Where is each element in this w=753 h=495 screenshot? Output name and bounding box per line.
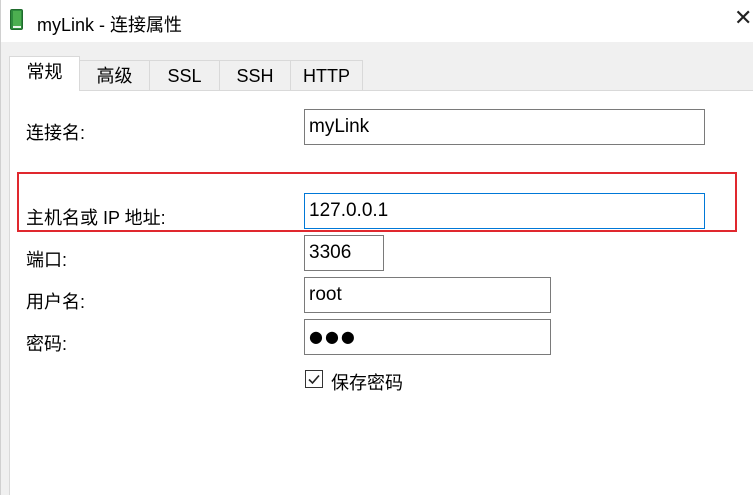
connection-name-input[interactable]: myLink: [304, 109, 705, 145]
username-input[interactable]: root: [304, 277, 551, 313]
port-label: 端口:: [26, 250, 68, 270]
password-input[interactable]: ●●●: [304, 319, 551, 355]
title-bar: myLink - 连接属性 ✕: [1, 0, 753, 42]
database-book-icon: [10, 9, 23, 30]
password-label: 密码:: [26, 334, 68, 354]
save-password-label[interactable]: 保存密码: [331, 369, 403, 395]
window-title: myLink - 连接属性: [37, 15, 183, 35]
tab-ssl[interactable]: SSL: [149, 60, 220, 90]
tab-general[interactable]: 常规: [9, 56, 80, 91]
username-label: 用户名:: [26, 292, 86, 312]
save-password-checkbox[interactable]: [305, 370, 323, 388]
checkmark-icon: [308, 374, 320, 385]
password-mask: ●●●: [309, 327, 357, 346]
port-input[interactable]: 3306: [304, 235, 384, 271]
tab-advanced[interactable]: 高级: [79, 60, 150, 90]
tab-http[interactable]: HTTP: [290, 60, 363, 90]
connection-properties-window: myLink - 连接属性 ✕ 常规 高级 SSL SSH HTTP 连接名: …: [0, 0, 753, 495]
connection-name-label: 连接名:: [26, 123, 86, 143]
host-label: 主机名或 IP 地址:: [26, 208, 166, 228]
close-icon[interactable]: ✕: [734, 8, 753, 30]
tab-ssh[interactable]: SSH: [219, 60, 291, 90]
dialog-body: 常规 高级 SSL SSH HTTP 连接名: myLink 主机名或 IP 地…: [1, 42, 753, 495]
host-input[interactable]: 127.0.0.1: [304, 193, 705, 229]
